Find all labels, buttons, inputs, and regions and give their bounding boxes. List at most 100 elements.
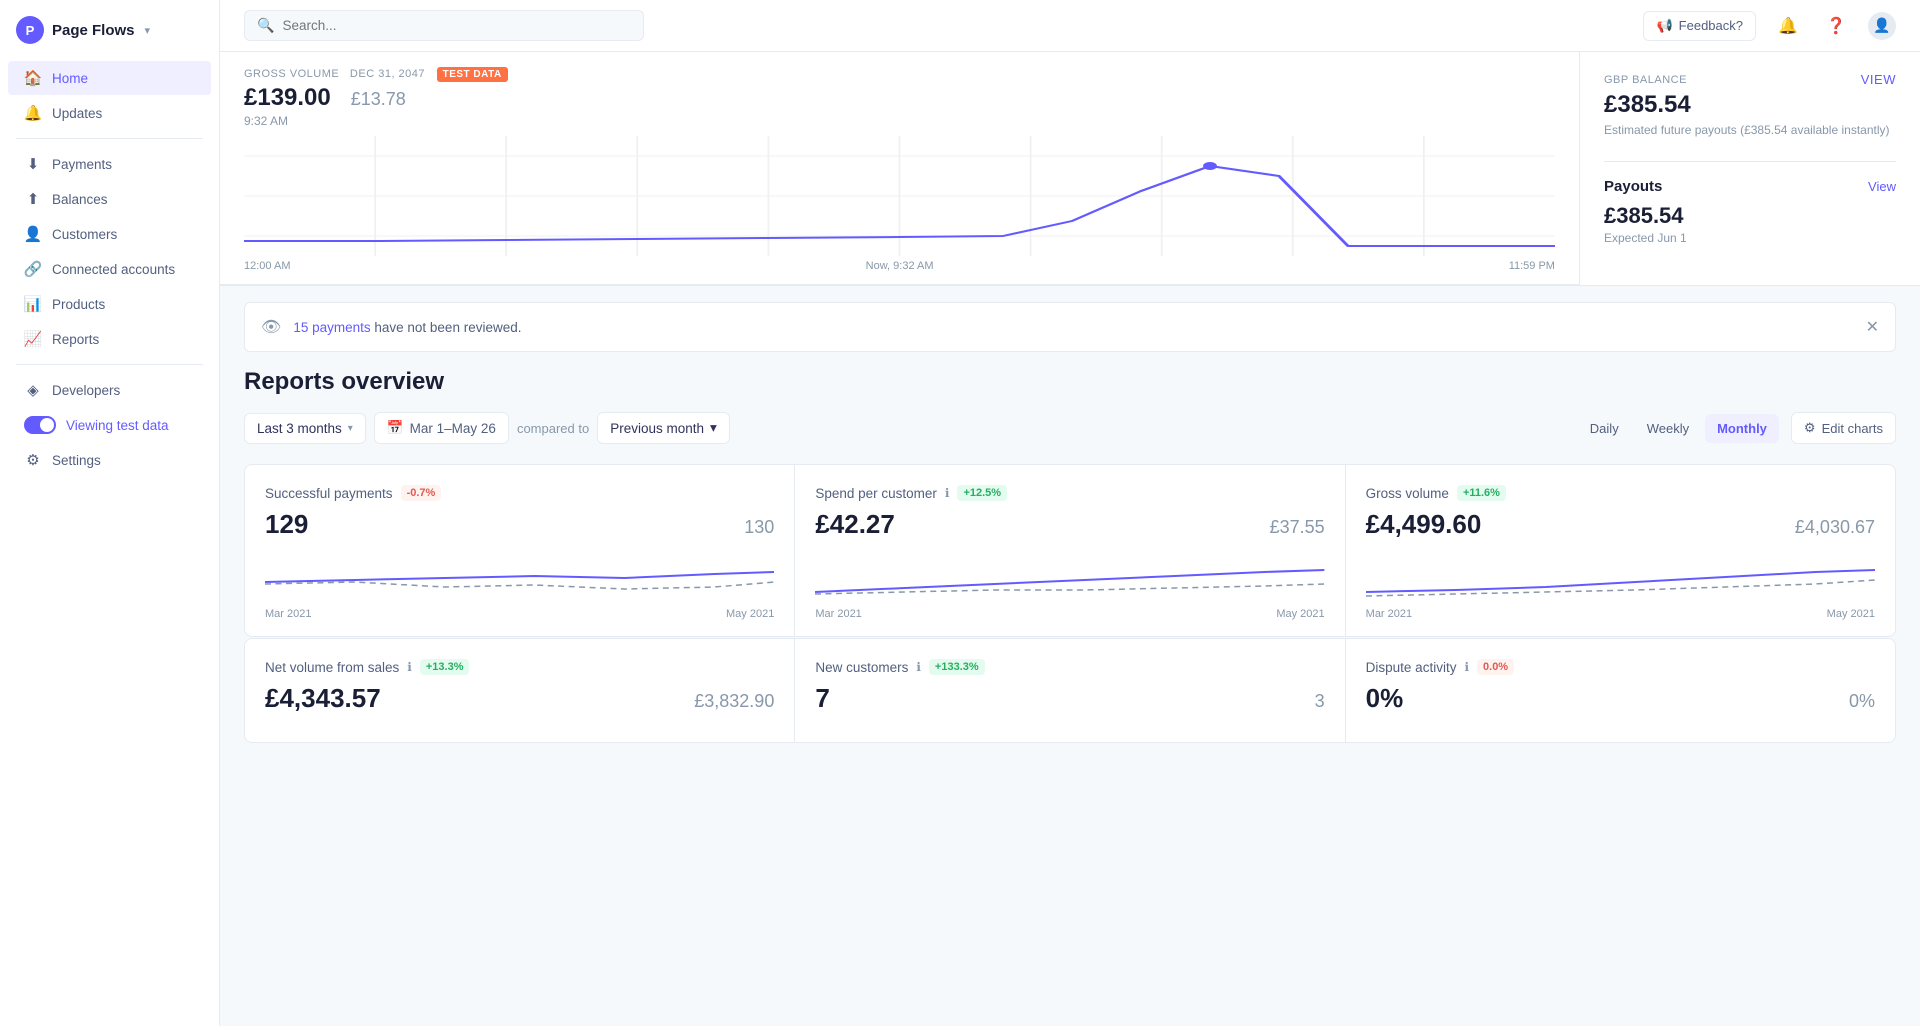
- metric-label-3: Net volume from sales: [265, 660, 399, 675]
- info-icon-3[interactable]: ℹ: [407, 660, 412, 674]
- payouts-view-link[interactable]: View: [1868, 179, 1896, 194]
- test-data-toggle[interactable]: Viewing test data: [8, 408, 211, 442]
- payouts-header: Payouts View: [1604, 178, 1896, 195]
- feedback-label: Feedback?: [1679, 18, 1743, 33]
- metric-label-5: Dispute activity: [1366, 660, 1457, 675]
- megaphone-icon: 📢: [1656, 18, 1672, 34]
- updates-icon: 🔔: [24, 104, 42, 122]
- metric-dates-2: Mar 2021 May 2021: [1366, 608, 1875, 620]
- eye-icon: 👁: [261, 317, 281, 337]
- metric-main-0: 129: [265, 509, 308, 540]
- toggle-switch-icon[interactable]: [24, 416, 56, 434]
- chart-header: Gross Volume Dec 31, 2047 TEST DATA £139…: [244, 68, 1555, 128]
- notification-link[interactable]: 15 payments: [293, 320, 370, 335]
- metric-values-3: £4,343.57 £3,832.90: [265, 683, 774, 714]
- sidebar-item-home[interactable]: 🏠 Home: [8, 61, 211, 95]
- metric-compare-1: £37.55: [1270, 517, 1325, 538]
- sidebar-item-balances-label: Balances: [52, 192, 108, 207]
- gross-volume-label: Gross Volume Dec 31, 2047 TEST DATA: [244, 68, 508, 80]
- sidebar-item-balances[interactable]: ⬆ Balances: [8, 182, 211, 216]
- notification-text-post: have not been reviewed.: [374, 320, 521, 335]
- edit-charts-button[interactable]: ⚙ Edit charts: [1791, 412, 1896, 444]
- date-range[interactable]: 📅 Mar 1–May 26: [374, 412, 509, 444]
- sidebar-item-connected-label: Connected accounts: [52, 262, 175, 277]
- period-label: Last 3 months: [257, 421, 342, 436]
- sidebar-item-settings[interactable]: ⚙ Settings: [8, 443, 211, 477]
- info-icon-4[interactable]: ℹ: [916, 660, 921, 674]
- test-data-badge: TEST DATA: [437, 67, 508, 82]
- notification-close-icon[interactable]: ✕: [1866, 317, 1879, 337]
- daily-view-button[interactable]: Daily: [1578, 414, 1631, 443]
- developers-icon: ◈: [24, 381, 42, 399]
- logo[interactable]: P Page Flows ▾: [0, 0, 219, 56]
- metric-values-4: 7 3: [815, 683, 1324, 714]
- divider-1: [16, 138, 203, 139]
- logo-icon: P: [16, 16, 44, 44]
- monthly-view-button[interactable]: Monthly: [1705, 414, 1779, 443]
- time-start: 12:00 AM: [244, 260, 290, 272]
- time-mid: Now, 9:32 AM: [866, 260, 934, 272]
- app-name: Page Flows: [52, 22, 135, 39]
- products-icon: 📊: [24, 295, 42, 313]
- metric-main-4: 7: [815, 683, 829, 714]
- sidebar-item-reports[interactable]: 📈 Reports: [8, 322, 211, 356]
- question-icon: ❓: [1826, 16, 1846, 36]
- metric-date-start-2: Mar 2021: [1366, 608, 1412, 620]
- metric-card-new-customers: New customers ℹ +133.3% 7 3: [795, 639, 1344, 742]
- time-end: 11:59 PM: [1509, 260, 1555, 272]
- search-input[interactable]: [282, 18, 631, 33]
- metric-values-0: 129 130: [265, 509, 774, 540]
- search-box[interactable]: 🔍: [244, 10, 644, 41]
- customers-icon: 👤: [24, 225, 42, 243]
- metrics-grid-2: Net volume from sales ℹ +13.3% £4,343.57…: [244, 638, 1896, 743]
- help-button[interactable]: ❓: [1820, 10, 1852, 42]
- sidebar-item-products-label: Products: [52, 297, 105, 312]
- weekly-view-button[interactable]: Weekly: [1635, 414, 1701, 443]
- gbp-balance-label: GBP Balance: [1604, 74, 1687, 86]
- bell-icon: 🔔: [1778, 16, 1798, 36]
- metric-chart-2: [1366, 552, 1875, 602]
- reports-icon: 📈: [24, 330, 42, 348]
- right-panel: GBP Balance View £385.54 Estimated futur…: [1580, 52, 1920, 285]
- metric-compare-5: 0%: [1849, 691, 1875, 712]
- period-select[interactable]: Last 3 months ▾: [244, 413, 366, 444]
- reports-title: Reports overview: [244, 368, 1896, 396]
- connected-icon: 🔗: [24, 260, 42, 278]
- sidebar-item-reports-label: Reports: [52, 332, 99, 347]
- previous-month-select[interactable]: Previous month ▾: [597, 412, 730, 444]
- feedback-button[interactable]: 📢 Feedback?: [1643, 11, 1756, 41]
- info-icon-5[interactable]: ℹ: [1464, 660, 1469, 674]
- metric-date-end-2: May 2021: [1827, 608, 1875, 620]
- gbp-view-link[interactable]: View: [1861, 72, 1896, 87]
- topbar-actions: 📢 Feedback? 🔔 ❓ 👤: [1643, 10, 1896, 42]
- search-icon: 🔍: [257, 17, 274, 34]
- gross-volume-value: £139.00: [244, 84, 331, 111]
- metric-compare-0: 130: [744, 517, 774, 538]
- date-range-label: Mar 1–May 26: [410, 421, 496, 436]
- metric-compare-4: 3: [1315, 691, 1325, 712]
- chart-area: [244, 136, 1555, 256]
- metric-compare-3: £3,832.90: [694, 691, 774, 712]
- metrics-grid: Successful payments -0.7% 129 130: [244, 464, 1896, 637]
- balances-icon: ⬆: [24, 190, 42, 208]
- gear-icon: ⚙: [1804, 420, 1816, 436]
- info-icon-1[interactable]: ℹ: [945, 486, 950, 500]
- sidebar-item-updates[interactable]: 🔔 Updates: [8, 96, 211, 130]
- calendar-icon: 📅: [387, 420, 404, 436]
- notifications-button[interactable]: 🔔: [1772, 10, 1804, 42]
- sidebar-item-developers[interactable]: ◈ Developers: [8, 373, 211, 407]
- metric-header-5: Dispute activity ℹ 0.0%: [1366, 659, 1875, 675]
- divider-2: [16, 364, 203, 365]
- sidebar-item-products[interactable]: 📊 Products: [8, 287, 211, 321]
- user-avatar[interactable]: 👤: [1868, 12, 1896, 40]
- sidebar-item-payments[interactable]: ⬇ Payments: [8, 147, 211, 181]
- metric-badge-4: +133.3%: [929, 659, 985, 675]
- topbar: 🔍 📢 Feedback? 🔔 ❓ 👤: [220, 0, 1920, 52]
- sidebar-item-customers[interactable]: 👤 Customers: [8, 217, 211, 251]
- metric-badge-1: +12.5%: [957, 485, 1007, 501]
- edit-charts-label: Edit charts: [1822, 421, 1883, 436]
- logo-chevron-icon: ▾: [145, 24, 151, 37]
- prev-month-chevron-icon: ▾: [710, 420, 717, 436]
- sidebar-item-connected-accounts[interactable]: 🔗 Connected accounts: [8, 252, 211, 286]
- metric-date-end-1: May 2021: [1276, 608, 1324, 620]
